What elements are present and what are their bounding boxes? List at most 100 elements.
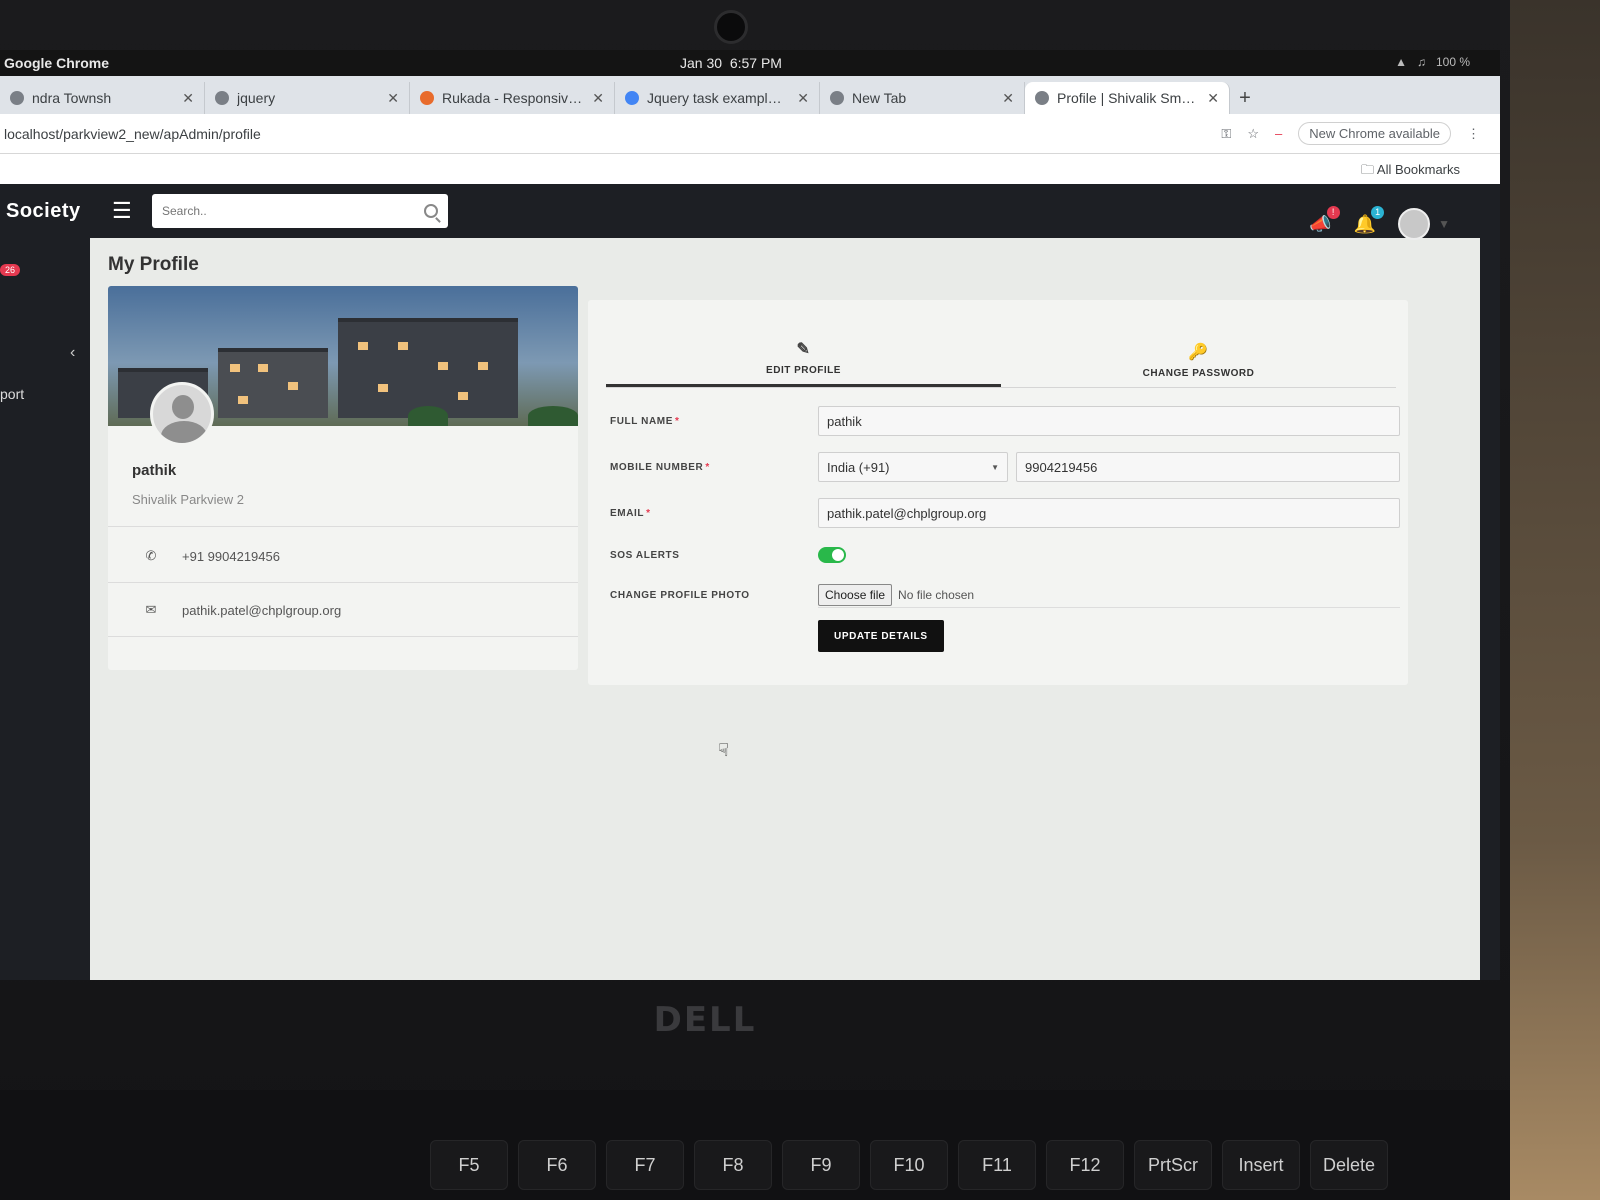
edit-profile-card: ✎ EDIT PROFILE 🔑 CHANGE PASSWORD FULL NA… xyxy=(588,300,1408,685)
phone-icon: ✆ xyxy=(145,548,157,563)
divider xyxy=(108,526,578,527)
volume-icon: ♫ xyxy=(1416,55,1426,69)
close-icon[interactable]: ✕ xyxy=(592,90,604,107)
password-key-icon[interactable]: ⚿ xyxy=(1221,126,1231,142)
announcement-icon[interactable]: 📣 ! xyxy=(1309,205,1340,235)
tab-title: jquery xyxy=(237,90,276,106)
profile-phone: +91 9904219456 xyxy=(182,548,280,564)
building-illustration xyxy=(338,318,518,418)
profile-email: pathik.patel@chplgroup.org xyxy=(182,602,342,618)
close-icon[interactable]: ✕ xyxy=(1002,90,1014,107)
app-header: Society ☰ xyxy=(0,184,1500,238)
mobile-input[interactable] xyxy=(1016,452,1400,482)
tab-title: Jquery task example wi xyxy=(647,90,790,106)
chrome-icon xyxy=(830,91,844,105)
sidebar: 26 ‹ port xyxy=(0,238,90,980)
all-bookmarks-label: All Bookmarks xyxy=(1376,162,1460,177)
profile-society: Shivalik Parkview 2 xyxy=(132,492,244,507)
all-bookmarks-button[interactable]: 🗀 All Bookmarks xyxy=(1361,161,1460,183)
dell-logo: DELL xyxy=(653,1000,757,1040)
os-time: 6:57 PM xyxy=(729,55,782,71)
main-content: My Profile 📣 ! 🔔 1 ▼ pathik Shivalik Par… xyxy=(90,205,1480,980)
web-app: Society ☰ 26 ‹ port My Profile 📣 ! � xyxy=(0,184,1500,980)
tab-title: Rukada - Responsive Bo xyxy=(442,90,585,106)
hamburger-menu-icon[interactable]: ☰ xyxy=(112,198,142,224)
bell-icon[interactable]: 🔔 1 xyxy=(1354,205,1385,235)
sos-toggle[interactable] xyxy=(818,547,846,563)
building-illustration xyxy=(218,348,328,418)
search-icon[interactable] xyxy=(424,204,438,218)
photo-row: CHANGE PROFILE PHOTO Choose file No file… xyxy=(610,578,1400,612)
user-avatar[interactable] xyxy=(1398,208,1431,240)
tab-title: New Tab xyxy=(852,90,907,106)
laptop-bezel: Google Chrome Jan 30 6:57 PM ▲ ♫ 100 % n… xyxy=(0,0,1600,1200)
country-code-select[interactable]: India (+91) ▼ xyxy=(818,452,1008,482)
tab-edit-profile[interactable]: ✎ EDIT PROFILE xyxy=(606,336,1001,387)
search-input[interactable] xyxy=(162,204,424,218)
profile-phone-row: ✆ +91 9904219456 xyxy=(144,548,280,564)
folder-icon: 🗀 xyxy=(1361,162,1375,177)
os-date: Jan 30 xyxy=(680,55,723,71)
page-icon xyxy=(1035,91,1049,105)
full-name-input[interactable] xyxy=(818,406,1400,436)
address-bar-actions: ⚿ ☆ – New Chrome available ⋮ xyxy=(1221,122,1480,145)
profile-avatar[interactable] xyxy=(150,382,214,446)
minimize-icon[interactable]: – xyxy=(1275,126,1282,141)
divider xyxy=(108,582,578,583)
tab-change-password[interactable]: 🔑 CHANGE PASSWORD xyxy=(1001,336,1396,387)
full-name-row: FULL NAME * xyxy=(610,404,1400,438)
photo-label: CHANGE PROFILE PHOTO xyxy=(610,589,750,601)
search-box xyxy=(152,194,448,228)
keyboard-key: PrtScr xyxy=(1134,1140,1212,1190)
desk-background xyxy=(1510,0,1600,1200)
profile-card: pathik Shivalik Parkview 2 ✆ +91 9904219… xyxy=(108,286,578,670)
browser-tab-4[interactable]: New Tab ✕ xyxy=(820,82,1025,114)
file-input: Choose file No file chosen xyxy=(818,582,1400,608)
page-title: My Profile xyxy=(108,254,199,275)
email-input[interactable] xyxy=(818,498,1400,528)
choose-file-button[interactable]: Choose file xyxy=(818,583,893,606)
address-bar: localhost/parkview2_new/apAdmin/profile … xyxy=(0,114,1500,154)
browser-tab-2[interactable]: Rukada - Responsive Bo ✕ xyxy=(410,82,615,114)
close-icon[interactable]: ✕ xyxy=(797,90,809,107)
browser-tab-0[interactable]: ndra Townsh ✕ xyxy=(0,82,205,114)
os-app-name: Google Chrome xyxy=(4,55,110,71)
close-icon[interactable]: ✕ xyxy=(387,90,399,107)
close-icon[interactable]: ✕ xyxy=(1207,90,1219,107)
caret-down-icon: ▼ xyxy=(991,462,999,472)
sos-row: SOS ALERTS xyxy=(610,538,1400,572)
menu-kebab-icon[interactable]: ⋮ xyxy=(1467,126,1480,142)
browser-tab-5[interactable]: Profile | Shivalik Smart S ✕ xyxy=(1025,82,1230,114)
collapse-sidebar-icon[interactable]: ‹ xyxy=(70,344,75,362)
browser-tab-strip: ndra Townsh ✕ jquery ✕ Rukada - Responsi… xyxy=(0,76,1500,114)
url-field[interactable]: localhost/parkview2_new/apAdmin/profile xyxy=(4,126,261,142)
os-status-area[interactable]: ▲ ♫ 100 % xyxy=(1395,55,1470,69)
globe-icon xyxy=(215,91,229,105)
notification-badge: 1 xyxy=(1371,205,1385,219)
profile-name: pathik xyxy=(132,462,177,479)
os-clock: Jan 30 6:57 PM xyxy=(680,55,782,71)
tab-title: ndra Townsh xyxy=(32,90,112,106)
key-icon: 🔑 xyxy=(1188,344,1209,361)
browser-tab-3[interactable]: Jquery task example wi ✕ xyxy=(615,82,820,114)
star-icon[interactable]: ☆ xyxy=(1247,126,1259,142)
new-tab-button[interactable]: + xyxy=(1230,82,1260,114)
header-actions: 📣 ! 🔔 1 ▼ xyxy=(1309,205,1450,240)
brand-name[interactable]: Society xyxy=(6,200,106,223)
google-icon xyxy=(625,91,639,105)
browser-tab-1[interactable]: jquery ✕ xyxy=(205,82,410,114)
keyboard-key: F8 xyxy=(694,1140,772,1190)
tab-title: Profile | Shivalik Smart S xyxy=(1057,90,1200,106)
chrome-update-button[interactable]: New Chrome available xyxy=(1298,122,1451,145)
update-details-button[interactable]: UPDATE DETAILS xyxy=(818,620,944,652)
bookmarks-bar: 🗀 All Bookmarks xyxy=(0,154,1500,184)
email-label: EMAIL * xyxy=(610,507,651,519)
wifi-icon: ▲ xyxy=(1395,55,1407,69)
chevron-down-icon[interactable]: ▼ xyxy=(1438,217,1450,231)
edit-icon: ✎ xyxy=(796,341,811,358)
sidebar-badge: 26 xyxy=(0,264,21,276)
close-icon[interactable]: ✕ xyxy=(182,90,194,107)
sidebar-item-report[interactable]: port xyxy=(0,386,24,402)
keyboard-key: F9 xyxy=(782,1140,860,1190)
mobile-label: MOBILE NUMBER * xyxy=(610,461,710,473)
